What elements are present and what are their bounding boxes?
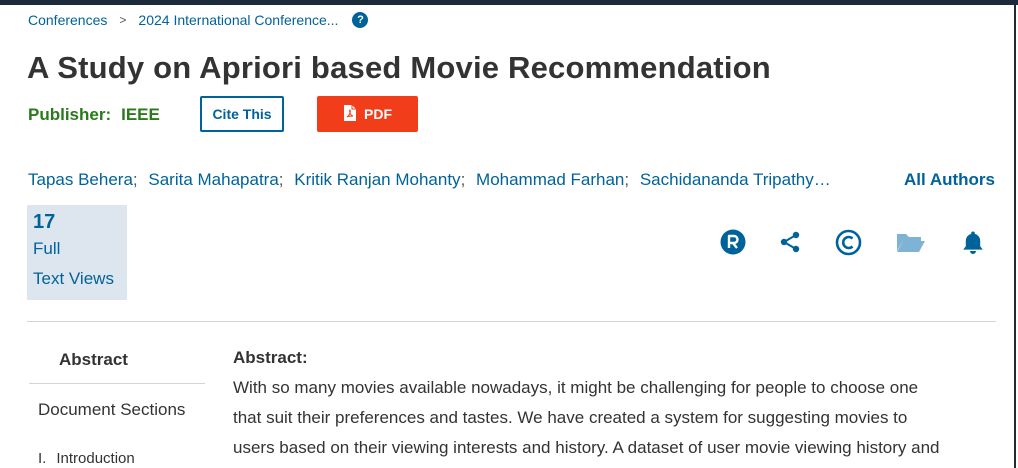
pdf-label: PDF — [364, 106, 392, 122]
author-separator: ; — [132, 170, 138, 189]
cite-this-button[interactable]: Cite This — [200, 96, 284, 132]
top-bar — [0, 0, 1018, 5]
right-edge-bar — [1014, 5, 1016, 468]
breadcrumb-conference[interactable]: 2024 International Conference... — [138, 12, 338, 28]
bell-icon[interactable] — [959, 228, 987, 256]
publisher-label: Publisher: — [28, 105, 112, 124]
sidebar-item-abstract[interactable]: Abstract — [59, 350, 128, 370]
sidebar-document-sections: Document Sections — [38, 400, 186, 419]
author-link[interactable]: Kritik Ranjan Mohanty — [294, 170, 460, 189]
share-icon[interactable] — [776, 228, 804, 256]
all-authors-link[interactable]: All Authors — [904, 170, 995, 190]
abstract-text: With so many movies available nowadays, … — [233, 373, 1003, 463]
author-separator: ; — [278, 170, 284, 189]
views-label-line1: Full — [33, 239, 61, 258]
pdf-icon — [343, 104, 357, 125]
breadcrumb: Conferences > 2024 International Confere… — [28, 12, 369, 28]
author-link[interactable]: Sachidananda Tripathy… — [640, 170, 831, 189]
abstract-line: that suit their preferences and tastes. … — [233, 408, 908, 427]
abstract-heading: Abstract: — [233, 348, 308, 367]
sidebar-divider — [29, 383, 205, 384]
copyright-icon[interactable] — [834, 228, 862, 256]
full-text-views-metric[interactable]: 17 Full Text Views — [27, 205, 127, 300]
author-separator: ; — [624, 170, 630, 189]
folder-icon[interactable] — [896, 228, 926, 256]
author-link[interactable]: Sarita Mahapatra — [148, 170, 278, 189]
abstract-line: users based on their viewing interests a… — [233, 438, 940, 457]
author-list: Tapas Behera; Sarita Mahapatra; Kritik R… — [28, 170, 831, 190]
rights-icon[interactable] — [719, 228, 747, 256]
breadcrumb-conferences[interactable]: Conferences — [28, 12, 107, 28]
author-separator: ; — [460, 170, 466, 189]
section-number: I. — [38, 450, 47, 467]
section-divider — [27, 321, 996, 322]
section-label: Introduction — [56, 450, 135, 467]
views-label-line2: Text Views — [33, 269, 114, 288]
page-title: A Study on Apriori based Movie Recommend… — [27, 50, 771, 85]
help-icon[interactable]: ? — [352, 12, 369, 28]
author-link[interactable]: Mohammad Farhan — [476, 170, 624, 189]
publisher-name: IEEE — [121, 105, 160, 124]
pdf-button[interactable]: PDF — [317, 96, 418, 132]
author-link[interactable]: Tapas Behera — [28, 170, 133, 189]
breadcrumb-separator: > — [119, 13, 127, 27]
sidebar-item-introduction[interactable]: I. Introduction — [38, 450, 135, 467]
abstract-line: With so many movies available nowadays, … — [233, 378, 919, 397]
views-count: 17 — [33, 211, 56, 233]
publisher: Publisher: IEEE — [28, 105, 160, 125]
